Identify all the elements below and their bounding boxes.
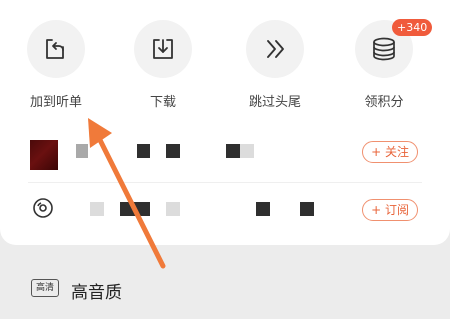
earn-points-label: 领积分 [364,95,404,110]
points-badge: +340 [392,19,433,36]
redacted-text [76,144,88,158]
follow-button[interactable]: + 关注 [362,141,418,163]
skip-forward-icon [246,20,304,78]
redacted-text [90,202,104,216]
redacted-text [240,144,254,158]
skip-intro-outro-button[interactable]: 跳过头尾 [230,20,320,110]
author-row[interactable]: + 关注 [0,126,450,176]
download-icon [134,20,192,78]
redacted-text [300,202,314,216]
divider [28,182,422,183]
download-label: 下载 [149,95,176,110]
more-options-sheet: 加到听单 下载 跳过头尾 领积分 +340 + 关注 + 订阅 [0,0,450,245]
skip-intro-outro-label: 跳过头尾 [248,95,301,110]
hd-tag: 高清 [31,279,59,297]
redacted-text [226,144,240,158]
redacted-text [120,202,150,216]
album-row[interactable]: + 订阅 [0,185,450,235]
audio-quality-label: 高音质 [71,283,122,303]
action-bar: 加到听单 下载 跳过头尾 领积分 +340 [0,0,450,118]
author-avatar [30,140,58,170]
audio-quality-row[interactable]: 高清 高音质 [0,268,450,312]
add-to-playlist-button[interactable]: 加到听单 [11,20,101,110]
redacted-text [166,202,180,216]
album-disc-icon [32,197,54,223]
download-button[interactable]: 下载 [118,20,208,110]
add-to-playlist-icon [27,20,85,78]
redacted-text [137,144,150,158]
subscribe-button[interactable]: + 订阅 [362,199,418,221]
redacted-text [166,144,180,158]
redacted-text [256,202,270,216]
add-to-playlist-label: 加到听单 [29,95,82,110]
